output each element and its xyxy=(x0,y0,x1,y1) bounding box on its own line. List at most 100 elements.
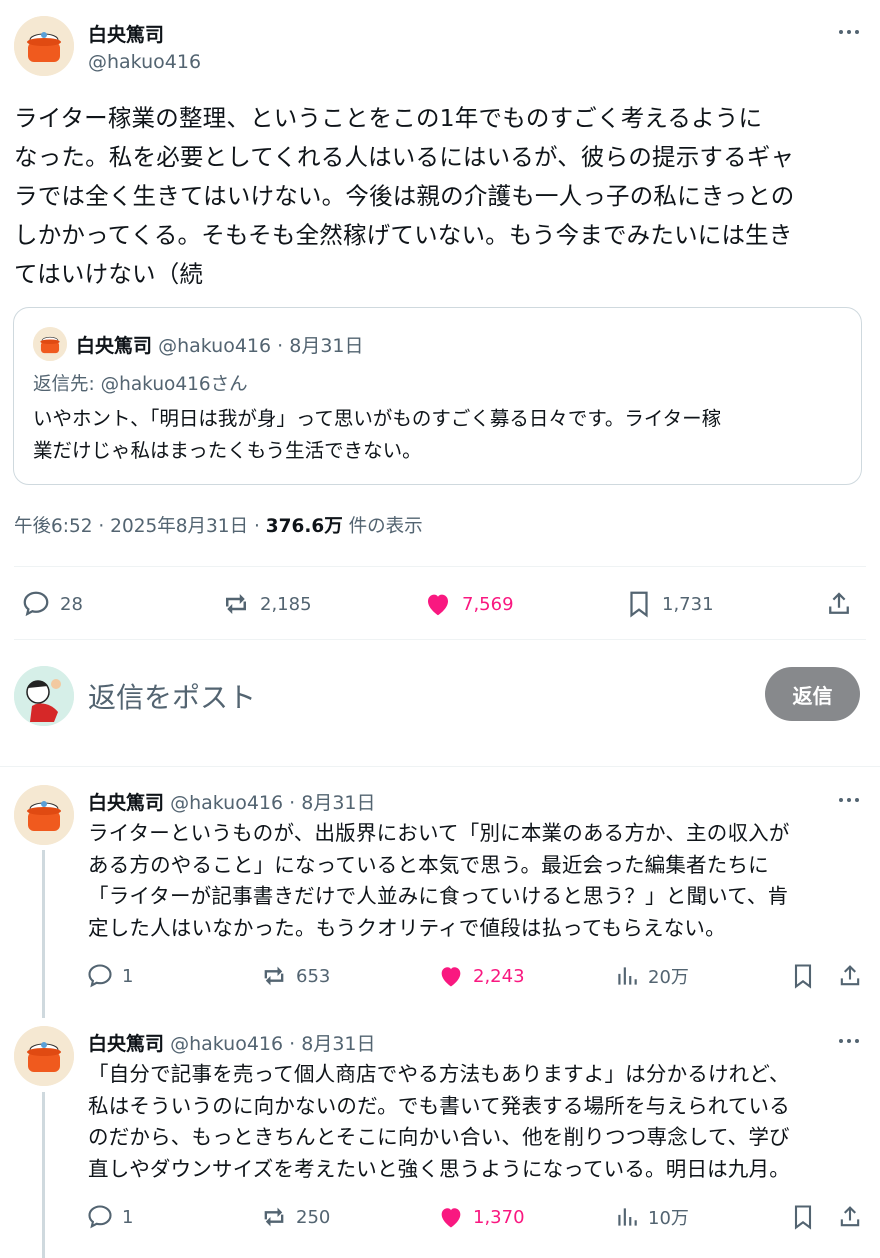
like-action[interactable]: 1,370 xyxy=(437,1203,525,1231)
view-count: 20万 xyxy=(648,967,689,988)
reply-count: 28 xyxy=(60,593,83,615)
author-avatar[interactable] xyxy=(14,16,74,76)
heart-filled-icon xyxy=(441,1208,461,1228)
post-text: ライター稼業の整理、ということをこの1年でものすごく考えるように なった。私を必… xyxy=(14,99,870,294)
reply-action[interactable]: 1 xyxy=(86,962,133,990)
reply-author-name[interactable]: 白央篤司 xyxy=(88,792,164,814)
view-count: 376.6万 xyxy=(265,516,343,537)
quote-date: · 8月31日 xyxy=(277,335,364,357)
repost-count: 653 xyxy=(296,965,331,987)
quoted-post[interactable]: 白央篤司 @hakuo416 · 8月31日 返信先: @hakuo416さん … xyxy=(13,307,862,485)
reply-date[interactable]: · 8月31日 xyxy=(289,792,375,814)
thread-connector xyxy=(42,850,45,1018)
quote-reply-to: 返信先: @hakuo416さん xyxy=(33,374,248,395)
view-count: 10万 xyxy=(648,1208,689,1229)
reply-header: 白央篤司 @hakuo416 · 8月31日 xyxy=(88,1029,376,1056)
like-count: 1,370 xyxy=(473,1206,525,1228)
share-icon xyxy=(840,965,860,986)
pot-illustration-icon xyxy=(14,16,74,76)
reply-text-line: ライターというものが、出版界において「別に本業のある方か、主の収入が xyxy=(88,821,790,845)
quote-author-handle: @hakuo416 xyxy=(158,335,272,357)
repost-action[interactable]: 2,185 xyxy=(220,589,312,619)
comment-icon xyxy=(88,1205,112,1229)
post-text-line: なった。私を必要としてくれる人はいるにはいるが、彼らの提示するギャ xyxy=(14,143,795,171)
reply-text-line: ある方のやること」になっていると本気で思う。最近会った編集者たちに xyxy=(88,852,769,877)
post-text-line: しかかってくる。そもそも全然稼げていない。もう今までみたいには生き xyxy=(14,221,793,249)
post-timestamp[interactable]: 午後6:52 · 2025年8月31日 · xyxy=(14,516,266,537)
reply-header: 白央篤司 @hakuo416 · 8月31日 xyxy=(88,788,376,815)
like-count: 7,569 xyxy=(462,593,514,615)
reply-action[interactable]: 28 xyxy=(20,589,83,619)
user-illustration-icon xyxy=(14,666,74,726)
reply-text-line: 定した人はいなかった。もうクオリティで値段は払ってもらえない。 xyxy=(88,915,726,940)
repost-action[interactable]: 653 xyxy=(260,962,330,990)
pot-illustration-icon xyxy=(33,327,67,361)
user-avatar[interactable] xyxy=(14,666,74,726)
heart-filled-icon xyxy=(428,594,448,616)
reply-text-line: 私はそういうのに向かないのだ。でも書いて発表する場所を与えられている xyxy=(88,1093,790,1118)
reply-count: 1 xyxy=(122,1206,134,1228)
post-text-line: ラでは全く生きてはいけない。今後は親の介護も一人っ子の私にきっとの xyxy=(14,182,795,210)
share-icon xyxy=(840,1206,860,1227)
author-handle[interactable]: @hakuo416 xyxy=(88,51,201,73)
quote-header: 白央篤司 @hakuo416 · 8月31日 xyxy=(76,331,364,358)
reply-author-handle[interactable]: @hakuo416 xyxy=(170,1033,283,1055)
share-action[interactable] xyxy=(836,962,864,990)
bookmark-action[interactable]: 1,731 xyxy=(624,589,714,619)
analytics-icon xyxy=(618,967,637,985)
repost-action[interactable]: 250 xyxy=(260,1203,330,1231)
share-action[interactable] xyxy=(824,589,854,619)
divider xyxy=(14,639,866,640)
bookmark-icon xyxy=(794,964,812,989)
heart-filled-icon xyxy=(441,967,461,987)
views-action[interactable]: 10万 xyxy=(614,1203,689,1231)
repost-count: 2,185 xyxy=(260,593,312,615)
reply-text-line: 直しやダウンサイズを考えたいと強く思うようになっている。明日は九月。 xyxy=(88,1156,790,1181)
more-options-icon[interactable] xyxy=(835,25,863,39)
like-action[interactable]: 2,243 xyxy=(437,962,525,990)
bookmark-icon xyxy=(630,591,648,618)
repost-icon xyxy=(226,594,246,614)
bookmark-action[interactable] xyxy=(789,1203,817,1231)
thread-connector xyxy=(42,1092,45,1258)
reply-date[interactable]: · 8月31日 xyxy=(289,1033,375,1055)
reply-action[interactable]: 1 xyxy=(86,1203,133,1231)
more-options-icon[interactable] xyxy=(835,793,863,807)
reply-compose-input[interactable]: 返信をポスト xyxy=(88,676,256,716)
quote-text-line: 業だけじゃ私はまったくもう生活できない。 xyxy=(33,439,422,462)
reply-avatar[interactable] xyxy=(14,785,74,845)
repost-icon xyxy=(264,966,284,986)
view-count-label: 件の表示 xyxy=(342,516,423,537)
reply-text: ライターというものが、出版界において「別に本業のある方か、主の収入が ある方のや… xyxy=(88,818,868,944)
quote-text: いやホント、「明日は我が身」って思いがものすごく募る日々です。ライター稼 業だけ… xyxy=(33,403,859,467)
reply-author-handle[interactable]: @hakuo416 xyxy=(170,792,283,814)
quote-text-line: いやホント、「明日は我が身」って思いがものすごく募る日々です。ライター稼 xyxy=(33,407,722,430)
reply-text: 「自分で記事を売って個人商店でやる方法もありますよ」は分かるけれど、 私はそうい… xyxy=(88,1059,868,1185)
post-meta: 午後6:52 · 2025年8月31日 · 376.6万 件の表示 xyxy=(14,512,423,538)
quote-avatar xyxy=(33,327,67,361)
more-options-icon[interactable] xyxy=(835,1034,863,1048)
reply-avatar[interactable] xyxy=(14,1026,74,1086)
repost-icon xyxy=(264,1207,284,1227)
repost-count: 250 xyxy=(296,1206,331,1228)
post-text-line: ライター稼業の整理、ということをこの1年でものすごく考えるように xyxy=(14,104,763,132)
reply-count: 1 xyxy=(122,965,134,987)
like-action[interactable]: 7,569 xyxy=(422,589,514,619)
analytics-icon xyxy=(618,1208,637,1226)
post-text-line: てはいけない（続 xyxy=(14,260,204,288)
reply-text-line: のだから、もっときちんとそこに向かい合い、他を削りつつ専念して、学び xyxy=(88,1125,790,1149)
views-action[interactable]: 20万 xyxy=(614,962,689,990)
author-name[interactable]: 白央篤司 xyxy=(88,20,164,47)
reply-submit-button[interactable]: 返信 xyxy=(765,667,860,721)
bookmark-icon xyxy=(794,1205,812,1230)
comment-icon xyxy=(23,591,49,617)
bookmark-count: 1,731 xyxy=(662,593,714,615)
bookmark-action[interactable] xyxy=(789,962,817,990)
share-action[interactable] xyxy=(836,1203,864,1231)
like-count: 2,243 xyxy=(473,965,525,987)
share-icon xyxy=(829,592,849,614)
reply-text-line: 「ライターが記事書きだけで人並みに食っていけると思う？」と聞いて、肯 xyxy=(88,884,789,908)
reply-author-name[interactable]: 白央篤司 xyxy=(88,1033,164,1055)
quote-author-name: 白央篤司 xyxy=(76,335,153,357)
divider xyxy=(14,566,866,567)
